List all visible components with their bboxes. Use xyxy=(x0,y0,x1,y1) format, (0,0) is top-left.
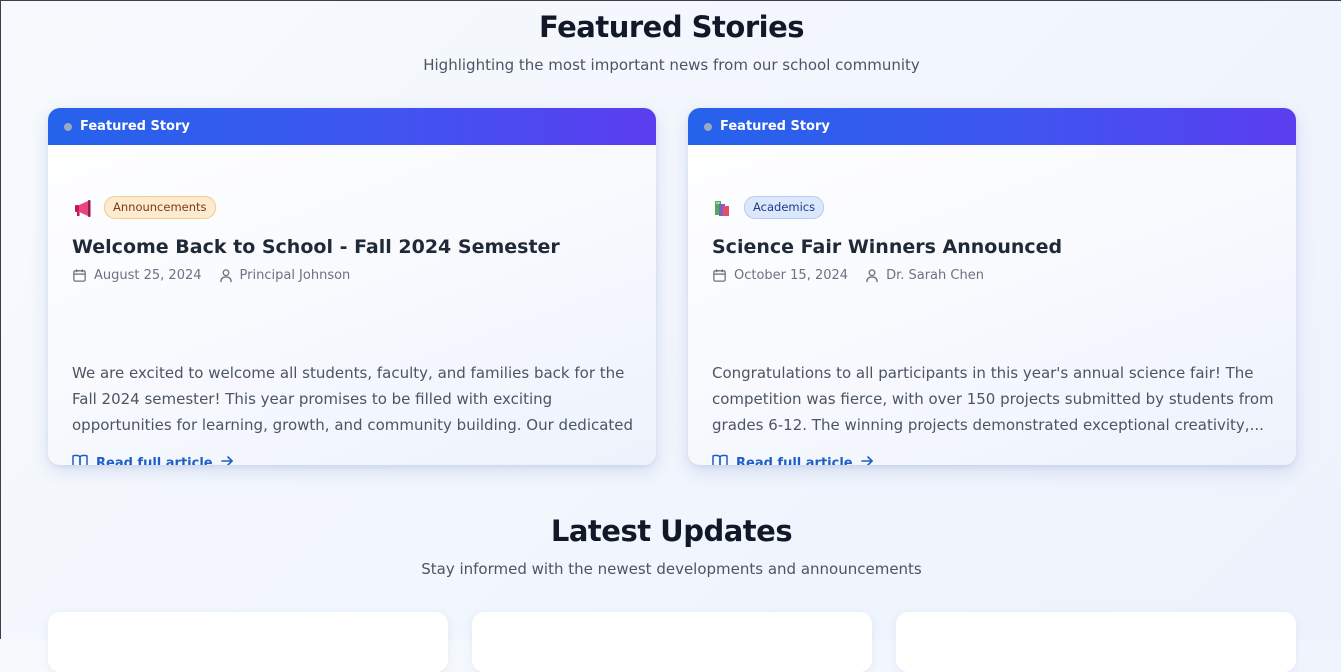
featured-story-card[interactable]: Featured Story Academics Science Fair Wi… xyxy=(688,108,1296,465)
latest-section-title: Latest Updates xyxy=(550,514,793,548)
user-icon xyxy=(219,268,233,283)
banner-label: Featured Story xyxy=(80,119,190,134)
story-title[interactable]: Science Fair Winners Announced xyxy=(712,236,1062,258)
read-link-label: Read full article xyxy=(736,455,853,466)
story-meta: August 25, 2024 Principal Johnson xyxy=(72,268,350,283)
book-open-icon xyxy=(72,454,88,465)
story-title[interactable]: Welcome Back to School - Fall 2024 Semes… xyxy=(72,236,560,258)
update-card[interactable] xyxy=(48,612,448,672)
read-full-article-link[interactable]: Read full article xyxy=(72,454,234,465)
read-full-article-link[interactable]: Read full article xyxy=(712,454,874,465)
arrow-right-icon xyxy=(220,455,234,465)
category-tag[interactable]: Announcements xyxy=(104,196,216,219)
story-date: August 25, 2024 xyxy=(94,268,202,283)
megaphone-icon xyxy=(72,197,94,219)
calendar-icon xyxy=(72,268,87,283)
story-author: Principal Johnson xyxy=(239,268,351,283)
story-excerpt: Congratulations to all participants in t… xyxy=(712,364,1274,434)
read-link-label: Read full article xyxy=(96,455,213,466)
featured-story-banner: Featured Story xyxy=(48,108,656,145)
book-open-icon xyxy=(712,454,728,465)
update-card[interactable] xyxy=(472,612,872,672)
user-icon xyxy=(865,268,879,283)
banner-label: Featured Story xyxy=(720,119,830,134)
story-author: Dr. Sarah Chen xyxy=(886,268,984,283)
featured-section-subtitle: Highlighting the most important news fro… xyxy=(423,56,920,74)
story-excerpt: We are excited to welcome all students, … xyxy=(72,364,634,434)
featured-story-card[interactable]: Featured Story Announcements Welcome Bac… xyxy=(48,108,656,465)
update-card[interactable] xyxy=(896,612,1296,672)
story-date: October 15, 2024 xyxy=(734,268,849,283)
arrow-right-icon xyxy=(860,455,874,465)
featured-story-banner: Featured Story xyxy=(688,108,1296,145)
books-icon xyxy=(712,197,734,219)
calendar-icon xyxy=(712,268,727,283)
featured-section-title: Featured Stories xyxy=(538,10,805,44)
category-tag[interactable]: Academics xyxy=(744,196,825,219)
story-meta: October 15, 2024 Dr. Sarah Chen xyxy=(712,268,984,283)
banner-dot-icon xyxy=(704,122,712,131)
banner-dot-icon xyxy=(64,122,72,131)
latest-section-subtitle: Stay informed with the newest developmen… xyxy=(421,560,922,578)
